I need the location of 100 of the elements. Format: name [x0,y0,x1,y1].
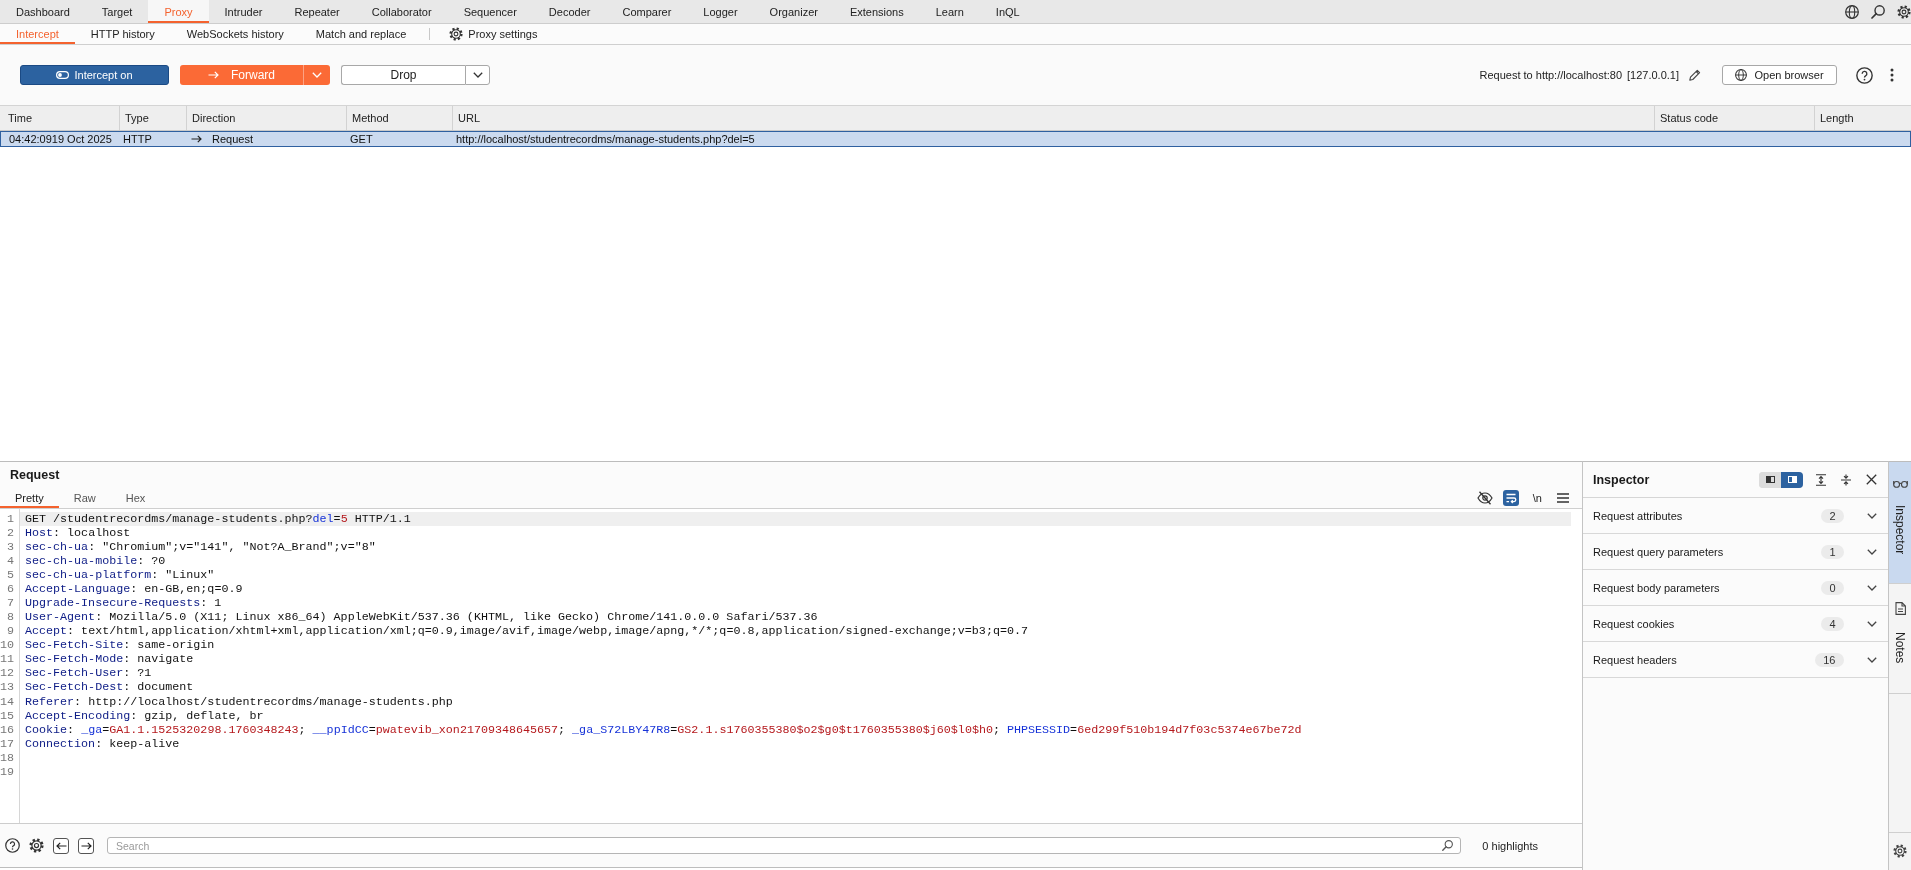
newline-toggle-button[interactable]: \n [1532,491,1542,505]
column-header[interactable]: URL [452,106,1654,130]
code-line: Upgrade-Insecure-Requests: 1 [24,595,223,611]
chevron-down-icon[interactable] [1866,584,1877,591]
code-line: Host: localhost [24,525,132,540]
globe-icon [1735,69,1748,81]
layout-icon [1765,476,1775,483]
side-tab[interactable]: Inspector [1889,462,1911,585]
column-header[interactable]: Status code [1654,106,1814,130]
layout-icon [1787,476,1797,483]
close-icon[interactable] [1865,474,1877,485]
line-number: 12 [0,666,14,681]
menu-tab[interactable]: Organizer [753,0,834,23]
layout-toggle-button[interactable] [1781,471,1803,488]
code-line: User-Agent: Mozilla/5.0 (X11; Linux x86_64) AppleWebKit/537.36 (KHTML, like Gecko) Chrome/141.0.0.0 Safari/537.36 [24,610,819,625]
side-tab[interactable]: Notes [1889,584,1911,694]
highlights-count: 0 highlights [1482,839,1538,852]
globe-icon[interactable] [1845,4,1859,19]
arrow-left-icon [55,841,67,850]
caret-icon [472,72,483,78]
request-target-label: Request to http://localhost:80 [1479,69,1622,81]
line-number: 11 [0,652,14,667]
section-label[interactable]: Request headers [1593,653,1677,666]
table-cell-text: HTTP [122,132,153,146]
search-icon[interactable] [1871,4,1885,19]
line-number: 14 [0,694,14,709]
count-badge: 16 [1815,652,1844,667]
line-number: 10 [0,638,14,653]
column-header[interactable]: Direction [186,106,346,130]
search-field[interactable]: Search [107,837,1462,854]
code-line: Sec-Fetch-Dest: document [24,680,195,695]
code-line: Accept-Encoding: gzip, deflate, br [24,708,265,723]
table-row[interactable]: 04:42:0919 Oct 2025 HTTP Request GET http://localhost/studentrecordms/manage-students.php?del=5 [0,131,1911,147]
chevron-down-icon[interactable] [1866,656,1877,663]
expand-all-icon[interactable] [1815,473,1827,486]
menu-tab[interactable]: InQL [979,0,1036,23]
menu-tab[interactable]: Dashboard [0,0,86,23]
line-number: 17 [0,736,14,751]
section-label[interactable]: Request body parameters [1593,581,1720,594]
menu-tab[interactable]: Logger [687,0,754,23]
table-cell-text: 04:42:0919 Oct 2025 [8,132,113,146]
column-header[interactable]: Type [119,106,186,130]
chevron-down-icon[interactable] [1866,548,1877,555]
code-line: Connection: keep-alive [24,736,181,751]
collapse-all-icon[interactable] [1840,473,1852,486]
line-number: 9 [6,624,14,639]
line-number: 3 [6,539,14,554]
section-label[interactable]: Request attributes [1593,509,1683,522]
sub-tab[interactable]: HTTP history [74,24,171,44]
code-line: Sec-Fetch-User: ?1 [24,666,153,681]
column-header[interactable]: Length [1814,106,1911,130]
intercept-button[interactable]: Intercept on [20,65,169,85]
settings-icon[interactable] [1897,4,1911,19]
column-header[interactable]: Method [346,106,452,130]
pencil-icon[interactable] [1689,69,1701,81]
line-number: 15 [0,708,14,723]
line-number: 5 [6,567,14,582]
menu-tab[interactable]: Decoder [532,0,607,23]
proxy-settings-button[interactable]: Proxy settings [449,24,538,44]
wrap-lines-icon[interactable] [1502,490,1519,506]
sub-tab[interactable]: Match and replace [299,24,423,44]
chevron-down-icon[interactable] [1866,620,1877,627]
line-number: 1 [6,511,14,526]
arrow-icon [208,71,219,79]
line-number: 6 [6,581,14,596]
line-number: 4 [6,553,14,568]
column-header[interactable]: Time [0,106,119,130]
menu-tab[interactable]: Intruder [208,0,279,23]
menu-tab[interactable]: Repeater [278,0,356,23]
menu-tab[interactable]: Sequencer [447,0,533,23]
help-icon[interactable] [5,838,20,853]
chevron-down-icon[interactable] [1866,512,1877,519]
menu-tab[interactable]: Extensions [833,0,920,23]
menu-tab[interactable]: Collaborator [355,0,448,23]
editor-tab[interactable]: Raw [58,488,111,508]
line-number: 8 [6,610,14,625]
section-label[interactable]: Request cookies [1593,617,1675,630]
menu-tab[interactable]: Comparer [606,0,688,23]
help-icon[interactable] [1856,66,1873,84]
line-number: 7 [6,595,14,611]
more-menu-icon[interactable] [1890,68,1894,82]
editor-tab[interactable]: Hex [110,488,161,508]
eye-slash-icon[interactable] [1476,491,1493,505]
menu-tab[interactable]: Target [85,0,149,23]
editor-tab[interactable]: Pretty [0,488,59,508]
menu-tab[interactable]: Learn [919,0,980,23]
previous-button[interactable] [53,837,69,854]
section-label[interactable]: Request query parameters [1593,545,1724,558]
code-line: Cookie: _ga=GA1.1.1525320298.1760348243; __ppIdCC=pwatevib_xon21709348645657; _ga_S72LBY47R8=GS2.1.s1760355380$o2$g0$t1760355380$j60$l0$h0; PHPSESSID=6ed299f510b194d7f03c5374e67be72d [24,722,1303,737]
settings-icon[interactable] [29,838,44,853]
settings-icon[interactable] [1893,843,1907,858]
drop-button[interactable]: Drop [341,65,465,85]
dropdown-button[interactable] [465,65,490,85]
next-button[interactable] [78,837,94,854]
count-badge: 1 [1821,544,1844,559]
table-cell: Request [212,133,253,145]
open-browser-button[interactable]: Open browser [1722,65,1837,85]
count-badge: 0 [1821,580,1844,595]
sub-tab[interactable]: WebSockets history [170,24,300,44]
menu-icon[interactable] [1557,493,1569,503]
